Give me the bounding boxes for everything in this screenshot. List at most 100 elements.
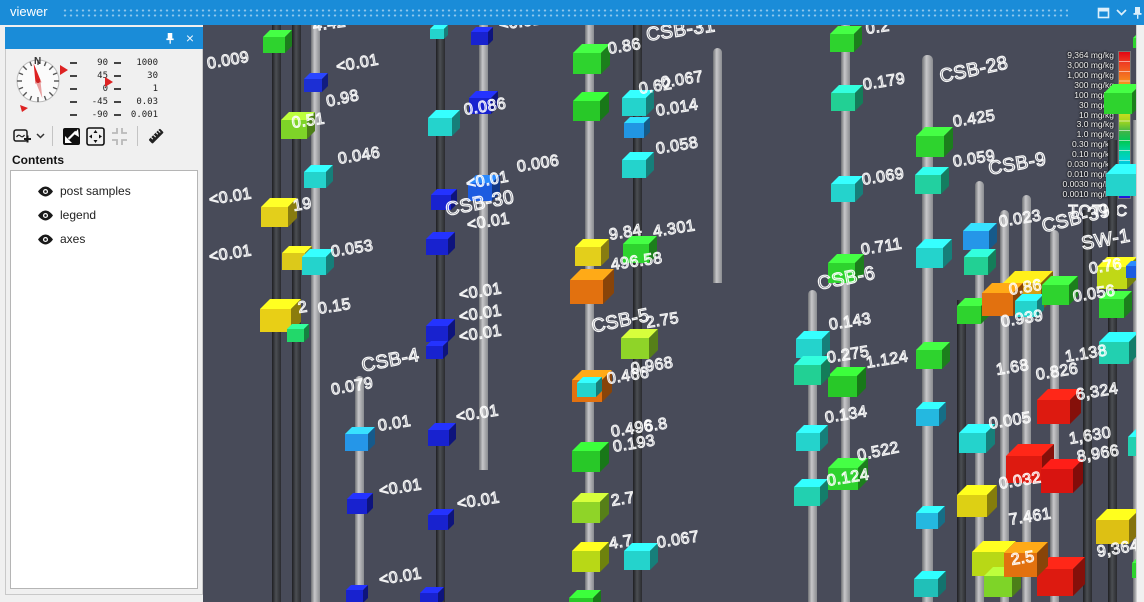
well-name-label: CSB-9 (987, 150, 1048, 179)
sample-cube (426, 232, 455, 255)
sample-value-label: 0.009 (206, 50, 251, 73)
sample-cube (621, 329, 658, 359)
sample-value-label: 0.179 (862, 71, 907, 93)
title-bar[interactable]: viewer (0, 0, 1144, 25)
visibility-eye-icon[interactable] (37, 185, 54, 198)
scale-tick: 30 (114, 69, 162, 82)
sample-cube (573, 92, 609, 121)
legend-entry: 9,364 mg/kg (1062, 51, 1114, 60)
borehole-rod (355, 376, 364, 602)
sample-cube (570, 269, 614, 304)
elevation-pointer[interactable] (60, 65, 68, 75)
sample-value-label: <0.01 (456, 490, 501, 513)
fit-view-button[interactable] (83, 124, 107, 148)
add-view-dropdown-chevron[interactable] (34, 124, 46, 148)
sample-value-label: <0.01 (378, 566, 423, 589)
sample-cube (471, 27, 493, 45)
scale-tick: 0.03 (114, 95, 162, 108)
contents-list: post samples legend axes (10, 170, 198, 589)
sample-cube (430, 25, 448, 39)
contents-item-label: post samples (60, 184, 131, 198)
sample-cube (1037, 389, 1081, 424)
sample-cube (426, 341, 448, 359)
contents-title: Contents (12, 153, 64, 167)
scale-tick: -45 (70, 95, 112, 108)
add-view-button[interactable] (10, 124, 34, 148)
sample-value-label: <0.01 (458, 323, 503, 346)
drag-handle-dots (62, 8, 1068, 18)
contents-item-post-samples[interactable]: post samples (11, 179, 197, 203)
sample-cube (796, 425, 828, 451)
sample-cube (302, 249, 334, 275)
borehole-rod (1022, 195, 1031, 602)
sample-cube (957, 485, 997, 517)
restore-window-icon[interactable] (1094, 4, 1112, 21)
sample-cube (794, 356, 830, 385)
sample-value-label: 0.079 (330, 376, 375, 399)
panel-toolbar (10, 123, 200, 149)
elevation-scale[interactable]: 90450-45-90 (70, 56, 112, 121)
contents-item-axes[interactable]: axes (11, 227, 197, 251)
visibility-eye-icon[interactable] (37, 209, 54, 222)
window-edge (1136, 25, 1144, 602)
collapse-view-button[interactable] (107, 124, 131, 148)
background-toggle-button[interactable] (59, 124, 83, 148)
panel-pin-icon[interactable] (161, 29, 179, 47)
pin-icon[interactable] (1128, 4, 1144, 21)
scale-tick: 0.001 (114, 108, 162, 121)
sample-value-label: 0.2 (865, 25, 891, 38)
sample-value-label: 0.143 (828, 311, 873, 333)
sample-value-label: 496.58 (610, 251, 664, 274)
sample-value-label: 4.301 (652, 218, 697, 240)
sample-value-label: 0.058 (655, 135, 700, 157)
sample-cube (573, 44, 610, 74)
zoom-scale[interactable]: 10003010.030.001 (114, 56, 162, 121)
sample-value-label: 0.053 (330, 238, 375, 260)
sample-cube (963, 223, 997, 250)
sample-cube (796, 331, 830, 358)
sample-cube (426, 319, 455, 342)
sample-value-label: <0.01 (335, 53, 380, 76)
sample-cube (916, 342, 950, 369)
sample-value-label: 0.046 (337, 145, 382, 167)
panel-header[interactable]: × (5, 27, 203, 49)
sample-cube (831, 176, 863, 202)
sample-cube (1106, 164, 1136, 196)
visibility-eye-icon[interactable] (37, 233, 54, 246)
viewport-3d[interactable]: 9,364 mg/kg3,000 mg/kg1,000 mg/kg300 mg/… (203, 25, 1136, 602)
sample-cube (572, 493, 609, 523)
sample-cube (794, 479, 828, 506)
compass[interactable] (8, 53, 68, 117)
contents-item-legend[interactable]: legend (11, 203, 197, 227)
scale-tick: 90 (70, 56, 112, 69)
sample-cube (1041, 459, 1083, 493)
zoom-pointer[interactable] (105, 77, 113, 87)
sample-value-label: 1.124 (865, 349, 910, 371)
sample-value-label: <0.01 (208, 186, 253, 209)
toolbar-separator (137, 126, 138, 146)
sample-value-label: 0.522 (856, 440, 901, 464)
contents-item-label: axes (60, 232, 85, 246)
sample-value-label: 0.711 (860, 237, 903, 259)
sample-value-label: <0.01 (378, 477, 423, 500)
sample-cube (577, 377, 602, 397)
sample-value-label: <0.01 (458, 281, 503, 304)
borehole-rod (713, 48, 722, 283)
sample-value-label: 2.75 (645, 311, 680, 332)
sample-cube (428, 509, 454, 530)
sample-value-label: 0.51 (291, 111, 326, 131)
sample-cube (915, 167, 949, 194)
sample-value-label: 4.42 (312, 25, 347, 35)
sample-cube (964, 249, 996, 275)
sample-value-label: 0.014 (655, 97, 700, 119)
sample-cube (1128, 429, 1136, 456)
window-title: viewer (10, 4, 48, 19)
sample-value-label: 0.067 (660, 69, 705, 91)
sample-value-label: 0.067 (656, 529, 701, 551)
sample-cube (1126, 261, 1136, 278)
legend-entry: 3,000 mg/kg (1062, 61, 1114, 70)
sample-cube (287, 324, 309, 342)
measure-button[interactable] (144, 124, 168, 148)
panel-close-icon[interactable]: × (181, 29, 199, 47)
sample-value-label: 0.15 (317, 297, 352, 318)
